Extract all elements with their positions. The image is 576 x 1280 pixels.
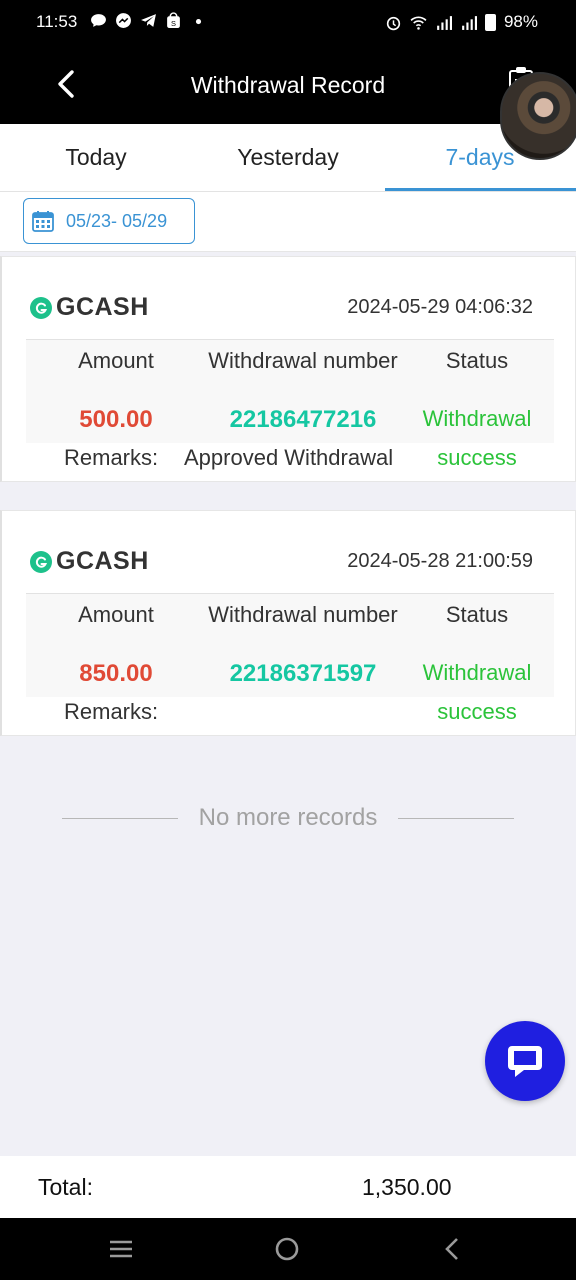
chat-bubble-icon [91, 14, 106, 27]
battery-icon [484, 13, 496, 31]
provider: GCASH [30, 547, 149, 576]
record-card[interactable]: GCASH 2024-05-28 21:00:59 Amount Withdra… [0, 510, 576, 736]
amount-value: 500.00 [79, 406, 153, 433]
battery-percent: 98% [503, 12, 538, 31]
back-icon[interactable] [438, 1234, 468, 1264]
home-icon[interactable] [272, 1234, 302, 1264]
status-value: Withdrawal [422, 406, 532, 431]
messenger-icon [116, 13, 131, 28]
record-datetime: 2024-05-29 04:06:32 [347, 296, 533, 318]
svg-text:S: S [171, 19, 176, 28]
avatar[interactable] [500, 72, 576, 160]
provider: GCASH [30, 293, 149, 322]
shop-icon: S [167, 12, 180, 28]
signal-icon [437, 15, 452, 30]
gcash-logo-icon [30, 296, 52, 319]
chat-icon [508, 1046, 542, 1077]
status-time: 11:53 [36, 12, 78, 31]
record-datetime: 2024-05-28 21:00:59 [347, 550, 533, 572]
alarm-icon [386, 16, 401, 30]
withdrawal-number-value: 22186371597 [229, 660, 377, 687]
date-range-picker[interactable]: 05/23- 05/29 [23, 198, 195, 244]
status-bar: 11:53 S 98% [0, 0, 576, 46]
record-card[interactable]: GCASH 2024-05-29 04:06:32 Amount Withdra… [0, 256, 576, 482]
withdrawal-number-header: Withdrawal number [208, 602, 398, 627]
amount-header: Amount [78, 348, 154, 373]
wifi-icon [410, 16, 427, 30]
status-header: Status [445, 602, 509, 627]
status-value: Withdrawal [422, 660, 532, 685]
telegram-icon [141, 14, 156, 27]
remarks-label: Remarks: [64, 445, 159, 470]
remarks-label: Remarks: [64, 699, 159, 724]
page-title: Withdrawal Record [190, 72, 386, 98]
calendar-icon [32, 211, 54, 232]
status-header: Status [445, 348, 509, 373]
withdrawal-number-value: 22186477216 [229, 406, 377, 433]
record-details: Amount Withdrawal number Status 850.00 2… [26, 593, 554, 697]
total-value: 1,350.00 [362, 1174, 452, 1200]
period-tabs: Today Yesterday 7-days [0, 124, 576, 192]
signal-icon [462, 15, 477, 30]
filter-bar: 05/23- 05/29 [0, 192, 576, 252]
total-label: Total: [38, 1174, 93, 1200]
withdrawal-number-header: Withdrawal number [208, 348, 398, 373]
system-nav-bar [0, 1218, 576, 1280]
system-icons: 98% [385, 12, 538, 32]
app-header: Withdrawal Record [0, 46, 576, 124]
total-bar: Total: 1,350.00 [0, 1156, 576, 1218]
notification-icons: S [90, 12, 207, 29]
tab-yesterday[interactable]: Yesterday [192, 144, 384, 171]
status-value-line2: success [437, 445, 517, 470]
record-details: Amount Withdrawal number Status 500.00 2… [26, 339, 554, 443]
dot-icon [195, 19, 202, 25]
amount-value: 850.00 [79, 660, 153, 687]
divider-right [398, 818, 514, 819]
live-chat-button[interactable] [485, 1021, 565, 1101]
recent-apps-icon[interactable] [106, 1234, 136, 1264]
active-tab-indicator [385, 188, 576, 191]
provider-name: GCASH [56, 293, 149, 321]
amount-header: Amount [78, 602, 154, 627]
status-value-line2: success [437, 699, 517, 724]
gcash-logo-icon [30, 550, 52, 573]
remarks-value: Approved Withdrawal [184, 445, 394, 470]
provider-name: GCASH [56, 547, 149, 575]
date-range-text: 05/23- 05/29 [66, 210, 168, 231]
tab-today[interactable]: Today [0, 144, 192, 171]
